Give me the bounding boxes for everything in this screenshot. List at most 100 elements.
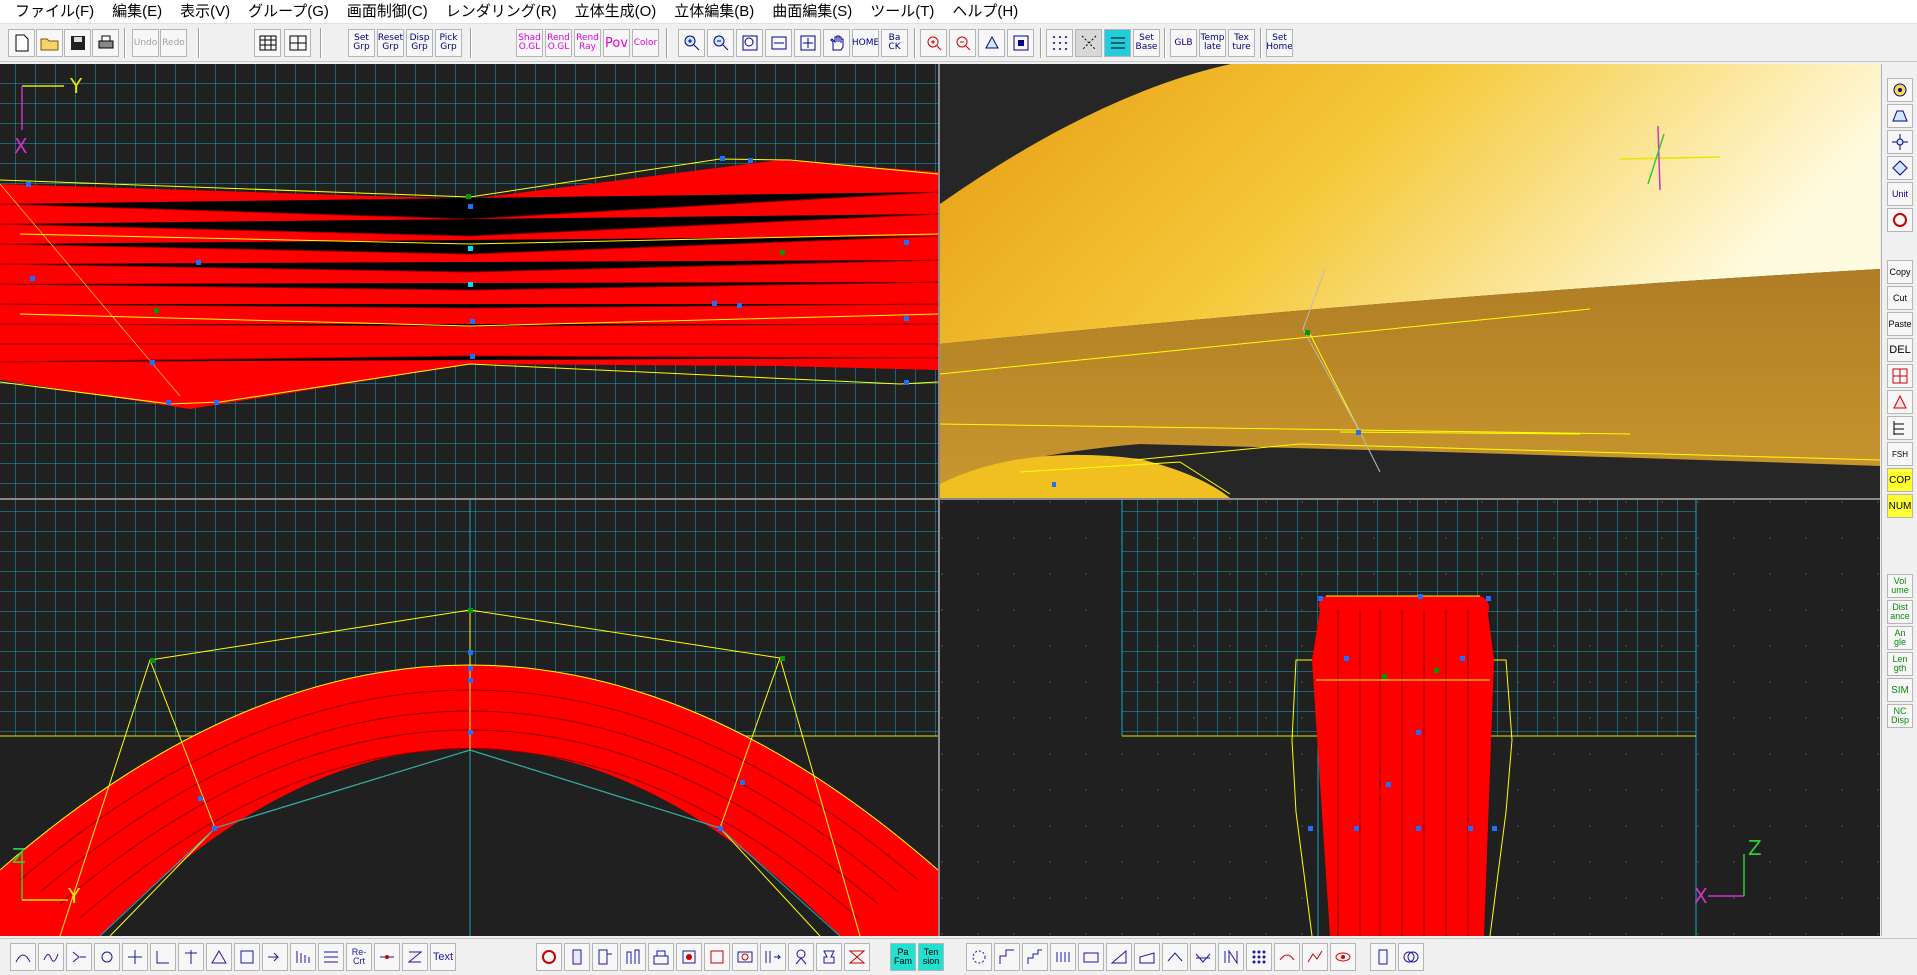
save-icon[interactable]: [64, 29, 91, 57]
tension-button[interactable]: Ten sion: [918, 943, 944, 971]
curve-tool-10-icon[interactable]: [262, 943, 288, 971]
pa-fam-button[interactable]: Pa Fam: [890, 943, 916, 971]
surface-tool-8-icon[interactable]: [732, 943, 758, 971]
text-button[interactable]: Text: [430, 943, 456, 971]
mesh-tool-7-icon[interactable]: [1134, 943, 1160, 971]
menu-file[interactable]: ファイル(F): [6, 0, 103, 24]
mesh-tool-8-icon[interactable]: [1162, 943, 1188, 971]
pick-grp-button[interactable]: Pick Grp: [435, 29, 462, 57]
view-frame-icon[interactable]: [1007, 29, 1034, 57]
mesh-tool-5-icon[interactable]: [1078, 943, 1104, 971]
surface-tool-1-icon[interactable]: [536, 943, 562, 971]
unit-button[interactable]: Unit: [1887, 182, 1913, 206]
redo-button[interactable]: Redo: [160, 29, 187, 57]
surface-tool-9-icon[interactable]: [760, 943, 786, 971]
set-base-button[interactable]: Set Base: [1133, 29, 1160, 57]
surface-tool-6-icon[interactable]: [676, 943, 702, 971]
mesh-tool-6-icon[interactable]: [1106, 943, 1132, 971]
zoom-plus-red-icon[interactable]: [920, 29, 947, 57]
surface-tool-5-icon[interactable]: [648, 943, 674, 971]
fsh-button[interactable]: FSH: [1887, 442, 1913, 466]
curve-tool-11-icon[interactable]: [290, 943, 316, 971]
grid-dots-icon[interactable]: [1046, 29, 1073, 57]
paste-button[interactable]: Paste: [1887, 312, 1913, 336]
viewport-perspective[interactable]: [940, 64, 1880, 498]
cop-button[interactable]: COP: [1887, 468, 1913, 492]
delete-button[interactable]: DEL: [1887, 338, 1913, 362]
menu-rendering[interactable]: レンダリング(R): [437, 0, 566, 24]
view-perspective-icon[interactable]: [1887, 104, 1913, 128]
menu-solid-edit[interactable]: 立体編集(B): [665, 0, 763, 24]
camera-orbit-icon[interactable]: [1887, 78, 1913, 102]
curve-tool-6-icon[interactable]: [150, 943, 176, 971]
menu-solid-generate[interactable]: 立体生成(O): [566, 0, 666, 24]
menu-group[interactable]: グループ(G): [239, 0, 338, 24]
curve-tool-5-icon[interactable]: [122, 943, 148, 971]
shad-ogl-button[interactable]: Shad O.GL: [516, 29, 543, 57]
grid-display-icon[interactable]: [1104, 29, 1131, 57]
set-grp-button[interactable]: Set Grp: [348, 29, 375, 57]
zoom-out-icon[interactable]: [707, 29, 734, 57]
rend-ray-button[interactable]: Rend Ray: [574, 29, 601, 57]
mesh-tool-11-icon[interactable]: [1246, 943, 1272, 971]
mesh-tool-9-icon[interactable]: [1190, 943, 1216, 971]
mesh-tool-12-icon[interactable]: [1274, 943, 1300, 971]
curve-tool-13-icon[interactable]: [374, 943, 400, 971]
curve-tool-4-icon[interactable]: [94, 943, 120, 971]
grid-select-icon[interactable]: [254, 29, 281, 57]
sim-button[interactable]: SIM: [1887, 678, 1913, 702]
rend-ogl-button[interactable]: Rend O.GL: [545, 29, 572, 57]
color-button[interactable]: Color: [632, 29, 659, 57]
tree-icon[interactable]: [1887, 416, 1913, 440]
array-icon[interactable]: [1887, 364, 1913, 388]
nc-disp-button[interactable]: NC Disp: [1887, 704, 1913, 728]
undo-button[interactable]: Undo: [132, 29, 159, 57]
zoom-in-icon[interactable]: [678, 29, 705, 57]
menu-tools[interactable]: ツール(T): [861, 0, 943, 24]
back-view-button[interactable]: Ba CK: [881, 29, 908, 57]
set-home-button[interactable]: Set Home: [1266, 29, 1293, 57]
volume-button[interactable]: Vol ume: [1887, 574, 1913, 598]
mesh-tool-15-icon[interactable]: [1398, 943, 1424, 971]
curve-tool-2-icon[interactable]: [38, 943, 64, 971]
pov-button[interactable]: Pov: [603, 29, 630, 57]
disp-grp-button[interactable]: Disp Grp: [406, 29, 433, 57]
open-folder-icon[interactable]: [36, 29, 63, 57]
menu-help[interactable]: ヘルプ(H): [943, 0, 1027, 24]
glb-button[interactable]: GLB: [1170, 29, 1197, 57]
length-button[interactable]: Len gth: [1887, 652, 1913, 676]
circle-select-icon[interactable]: [1887, 208, 1913, 232]
snap-grid-icon[interactable]: [1075, 29, 1102, 57]
num-button[interactable]: NUM: [1887, 494, 1913, 518]
surface-tool-4-icon[interactable]: [620, 943, 646, 971]
four-view-icon[interactable]: [284, 29, 311, 57]
zoom-fit-icon[interactable]: [736, 29, 763, 57]
surface-tool-10-icon[interactable]: [788, 943, 814, 971]
view-rotate-icon[interactable]: [978, 29, 1005, 57]
texture-button[interactable]: Tex ture: [1228, 29, 1255, 57]
zoom-area-icon[interactable]: [794, 29, 821, 57]
rotate-arrows-icon[interactable]: [1887, 156, 1913, 180]
surface-tool-3-icon[interactable]: [592, 943, 618, 971]
mesh-tool-1-icon[interactable]: [966, 943, 992, 971]
reset-grp-button[interactable]: Reset Grp: [377, 29, 404, 57]
cut-button[interactable]: Cut: [1887, 286, 1913, 310]
menu-edit[interactable]: 編集(E): [103, 0, 171, 24]
mesh-tool-13-icon[interactable]: [1302, 943, 1328, 971]
pan-hand-icon[interactable]: [823, 29, 850, 57]
curve-tool-12-icon[interactable]: [318, 943, 344, 971]
viewport-side[interactable]: X Z: [940, 500, 1880, 936]
curve-tool-9-icon[interactable]: [234, 943, 260, 971]
mesh-tool-2-icon[interactable]: [994, 943, 1020, 971]
curve-tool-7-icon[interactable]: [178, 943, 204, 971]
re-crt-button[interactable]: Re- Crt: [346, 943, 372, 971]
menu-view[interactable]: 表示(V): [171, 0, 239, 24]
curve-tool-8-icon[interactable]: [206, 943, 232, 971]
angle-button[interactable]: An gle: [1887, 626, 1913, 650]
viewport-front[interactable]: Y Z: [0, 500, 938, 936]
surface-tool-7-icon[interactable]: [704, 943, 730, 971]
menu-surface-edit[interactable]: 曲面編集(S): [763, 0, 861, 24]
surface-tool-11-icon[interactable]: [816, 943, 842, 971]
move-arrows-icon[interactable]: [1887, 130, 1913, 154]
copy-button[interactable]: Copy: [1887, 260, 1913, 284]
